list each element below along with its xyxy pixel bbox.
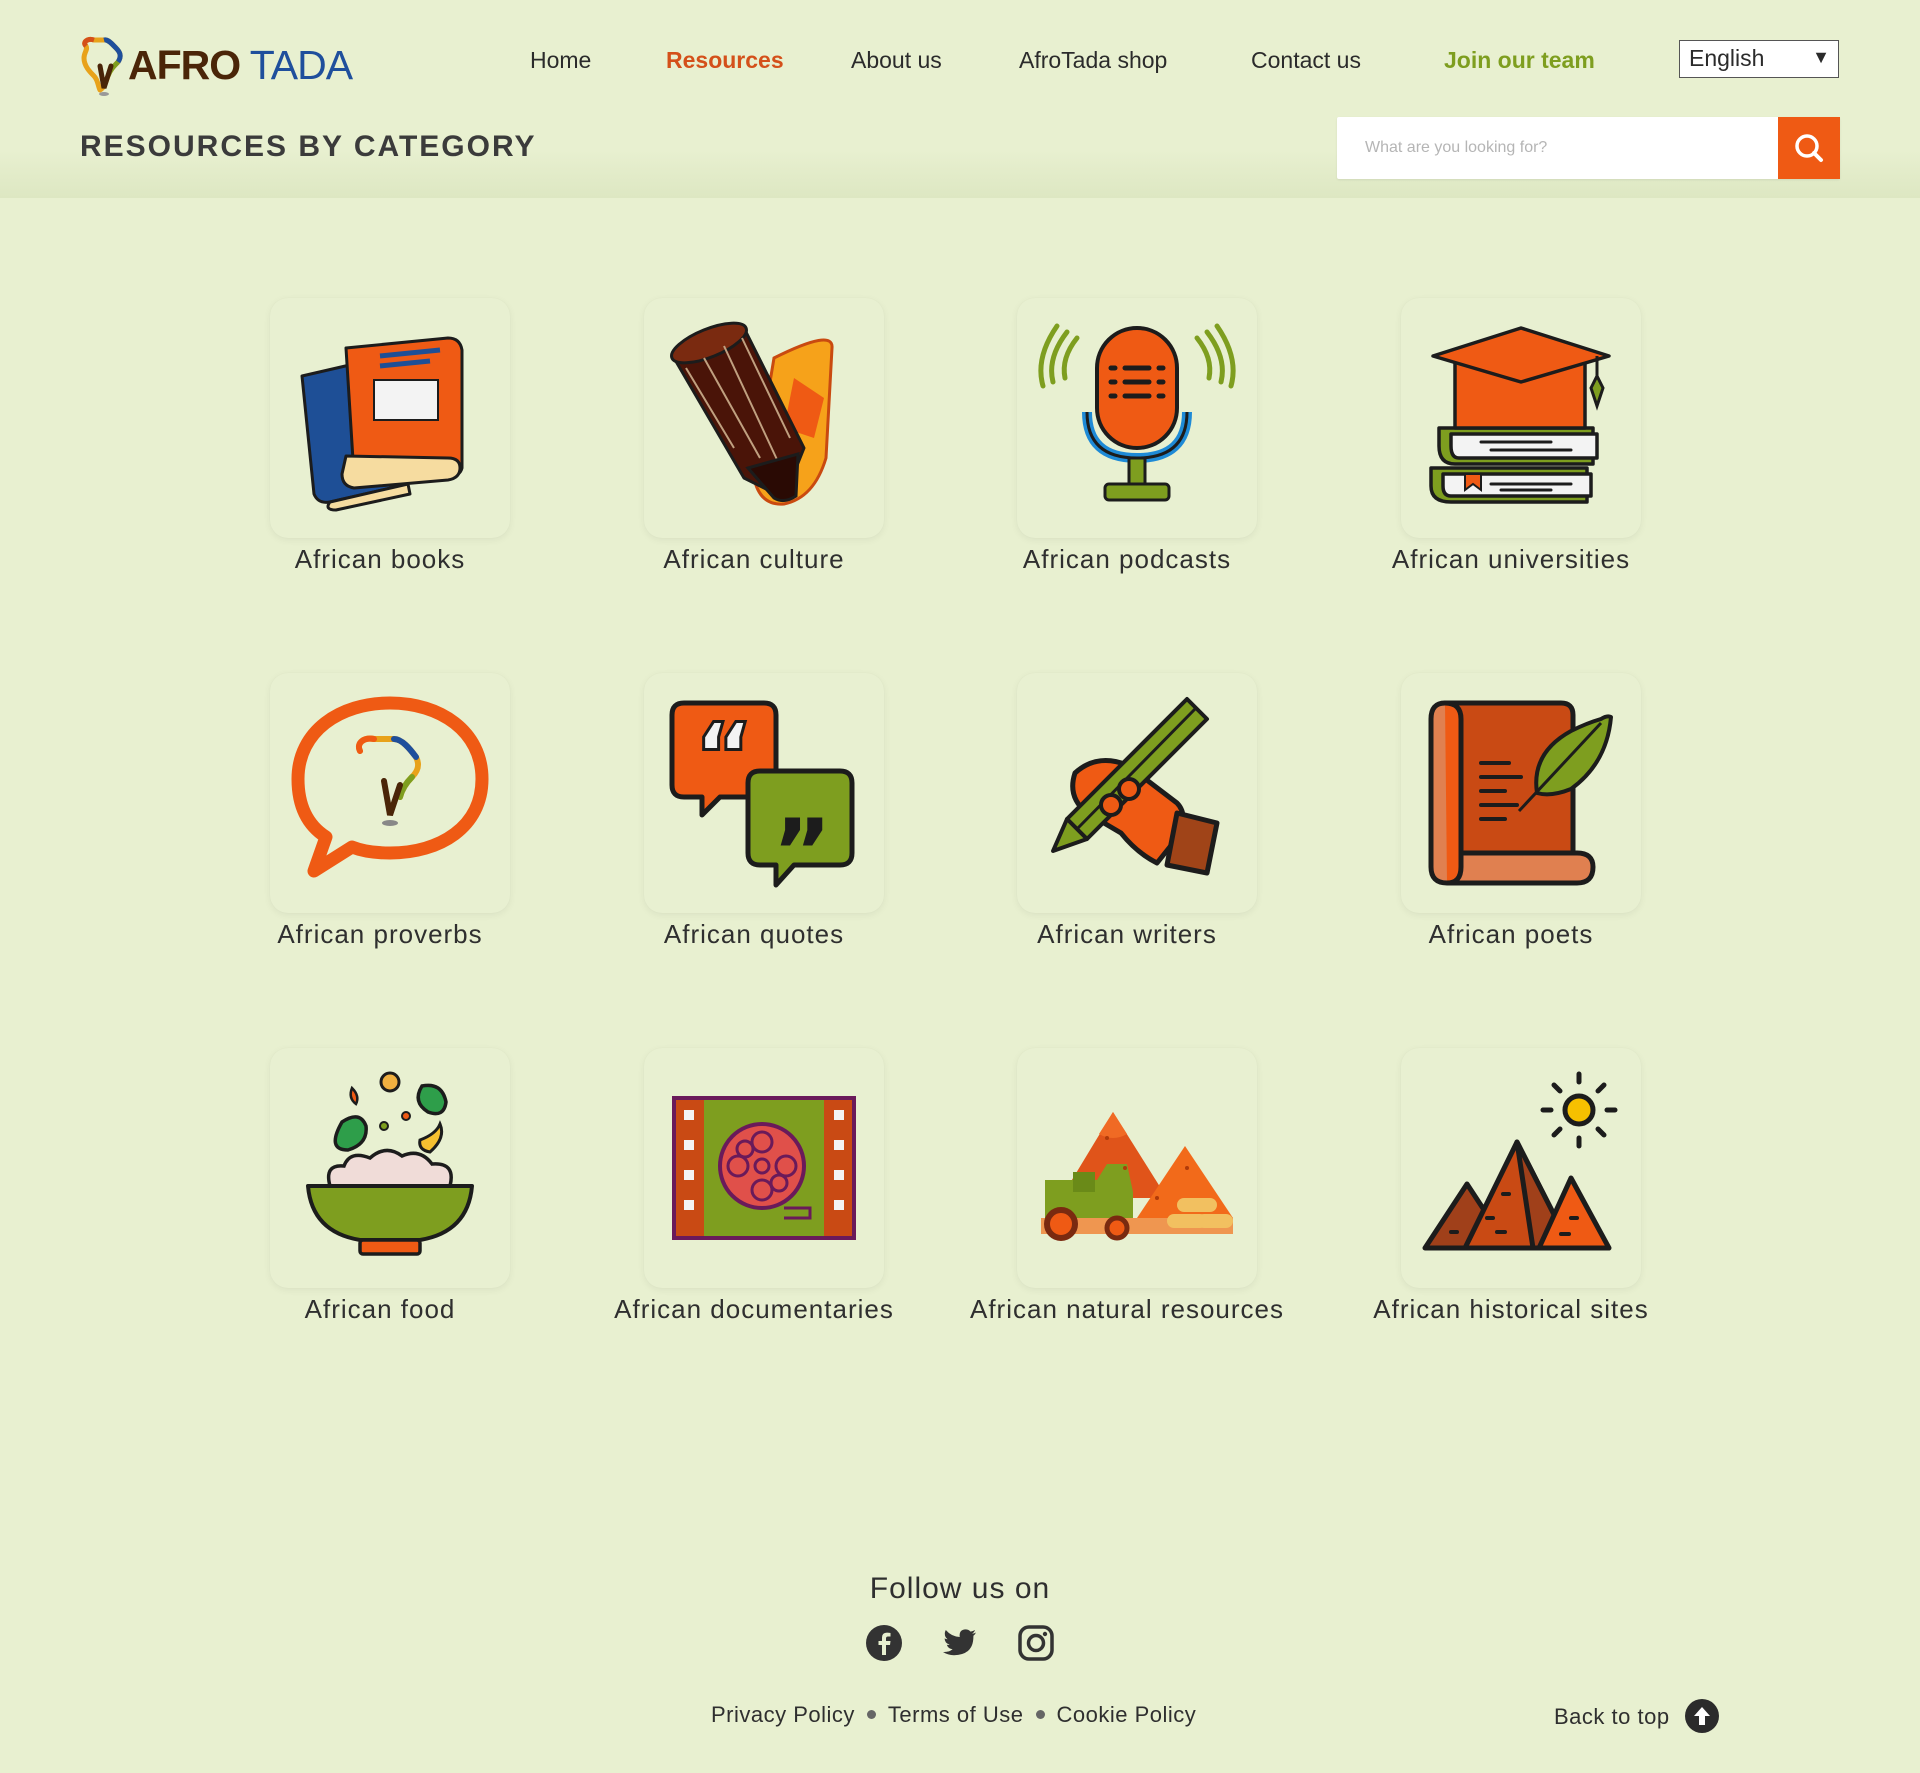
category-tile-universities[interactable] xyxy=(1401,298,1641,538)
search-input[interactable] xyxy=(1337,117,1778,179)
category-tile-natural-resources[interactable] xyxy=(1017,1048,1257,1288)
dropdown-arrow-icon: ▼ xyxy=(1812,47,1830,67)
nav-join-our-team[interactable]: Join our team xyxy=(1444,47,1595,74)
nav-home[interactable]: Home xyxy=(530,47,591,74)
category-tile-documentaries[interactable] xyxy=(644,1048,884,1288)
back-to-top-button[interactable]: Back to top xyxy=(1554,1698,1719,1734)
search-button[interactable] xyxy=(1778,117,1840,179)
terms-of-use-link[interactable]: Terms of Use xyxy=(888,1702,1024,1727)
language-value: English xyxy=(1689,45,1765,71)
category-label[interactable]: African books xyxy=(200,544,560,575)
category-tile-historical-sites[interactable] xyxy=(1401,1048,1641,1288)
speech-bubble-africa-icon xyxy=(291,696,489,878)
separator-dot xyxy=(1035,1710,1045,1720)
mining-icon xyxy=(1041,1112,1233,1241)
category-label[interactable]: African universities xyxy=(1331,544,1691,575)
facebook-icon[interactable] xyxy=(865,1624,903,1662)
category-tile-podcasts[interactable] xyxy=(1017,298,1257,538)
privacy-policy-link[interactable]: Privacy Policy xyxy=(711,1702,855,1727)
category-tile-writers[interactable] xyxy=(1017,673,1257,913)
logo-wordmark: AFRO TADA xyxy=(128,42,353,88)
page-title: RESOURCES BY CATEGORY xyxy=(80,130,537,163)
category-label[interactable]: African writers xyxy=(947,919,1307,950)
instagram-icon[interactable] xyxy=(1017,1624,1055,1662)
category-tile-proverbs[interactable] xyxy=(270,673,510,913)
search-icon xyxy=(1795,134,1823,162)
back-to-top-label: Back to top xyxy=(1554,1704,1670,1729)
footer-links: Privacy Policy Terms of Use Cookie Policy xyxy=(711,1702,1196,1732)
search-bar xyxy=(1337,117,1840,179)
cookie-policy-link[interactable]: Cookie Policy xyxy=(1057,1702,1197,1727)
category-tile-books[interactable] xyxy=(270,298,510,538)
category-label[interactable]: African documentaries xyxy=(574,1294,934,1325)
category-label[interactable]: African food xyxy=(200,1294,560,1325)
category-tile-culture[interactable] xyxy=(644,298,884,538)
food-bowl-icon xyxy=(306,1071,474,1256)
arrow-up-circle-icon xyxy=(1685,1699,1719,1733)
svg-text:“: “ xyxy=(694,704,753,809)
africa-map-icon xyxy=(81,37,123,96)
film-reel-icon xyxy=(672,1096,856,1240)
category-label[interactable]: African podcasts xyxy=(947,544,1307,575)
category-tile-quotes[interactable]: “ ” xyxy=(644,673,884,913)
graduation-books-icon xyxy=(1429,326,1611,504)
language-select[interactable]: English ▼ xyxy=(1679,40,1839,78)
category-tile-food[interactable] xyxy=(270,1048,510,1288)
scroll-quill-icon xyxy=(1428,700,1613,886)
category-label[interactable]: African natural resources xyxy=(947,1294,1307,1325)
svg-text:”: ” xyxy=(772,800,831,893)
category-label[interactable]: African culture xyxy=(574,544,934,575)
pyramids-icon xyxy=(1422,1071,1618,1251)
category-tile-poets[interactable] xyxy=(1401,673,1641,913)
nav-contact-us[interactable]: Contact us xyxy=(1251,47,1361,74)
category-label[interactable]: African proverbs xyxy=(200,919,560,950)
nav-afrotada-shop[interactable]: AfroTada shop xyxy=(1019,47,1167,74)
category-label[interactable]: African historical sites xyxy=(1331,1294,1691,1325)
quote-bubbles-icon: “ ” xyxy=(669,700,855,893)
books-icon xyxy=(300,336,464,512)
separator-dot xyxy=(866,1710,876,1720)
follow-us-heading: Follow us on xyxy=(869,1572,1051,1605)
category-label[interactable]: African quotes xyxy=(574,919,934,950)
twitter-icon[interactable] xyxy=(941,1624,979,1662)
site-header: AFRO TADA Home Resources About us AfroTa… xyxy=(0,0,1920,198)
nav-about-us[interactable]: About us xyxy=(851,47,942,74)
category-label[interactable]: African poets xyxy=(1331,919,1691,950)
drum-icon xyxy=(670,321,834,506)
nav-resources[interactable]: Resources xyxy=(666,47,784,74)
writing-hand-icon xyxy=(1051,697,1220,876)
afrotada-logo[interactable]: AFRO TADA xyxy=(78,36,353,100)
microphone-icon xyxy=(1038,323,1236,502)
